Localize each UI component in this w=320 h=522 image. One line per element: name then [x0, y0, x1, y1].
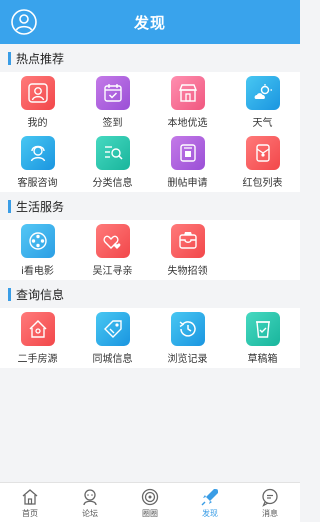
- grid-item-label: 客服咨询: [17, 178, 58, 189]
- weather-icon: [245, 76, 280, 110]
- top-bar: 发现: [0, 0, 300, 44]
- forum-icon: [83, 488, 97, 505]
- grid-item-delete-request[interactable]: 删帖申请: [150, 132, 225, 192]
- grid-item-label: 浏览记录: [167, 354, 208, 365]
- rocket-icon: [201, 488, 218, 505]
- shop-icon: [170, 76, 205, 110]
- grid-item-drafts[interactable]: 草稿箱: [225, 308, 300, 368]
- grid-item-label: 我的: [27, 118, 48, 129]
- grid-item-browse-history[interactable]: 浏览记录: [150, 308, 225, 368]
- delete-post-icon: [170, 136, 205, 170]
- house-icon: [20, 312, 55, 346]
- bottom-tab-bar: 首页 论坛 圈圈 发现 消息: [0, 482, 300, 522]
- section-header-hot: 热点推荐: [0, 44, 300, 72]
- message-icon: [262, 488, 278, 507]
- tab-label: 消息: [262, 508, 278, 518]
- calendar-check-icon: [95, 76, 130, 110]
- grid-item-local-select[interactable]: 本地优选: [150, 72, 225, 132]
- red-envelope-icon: [245, 136, 280, 170]
- grid-item-weather[interactable]: 天气: [225, 72, 300, 132]
- grid-item-local-info[interactable]: 同城信息: [75, 308, 150, 368]
- tab-label: 圈圈: [142, 508, 158, 518]
- grid-item-red-envelope[interactable]: 红包列表: [225, 132, 300, 192]
- grid-item-movies[interactable]: i看电影: [0, 220, 75, 280]
- page-title: 发现: [133, 13, 166, 32]
- grid-item-label: 草稿箱: [247, 354, 278, 365]
- grid-item-customer-service[interactable]: 客服咨询: [0, 132, 75, 192]
- section-accent-bar: [8, 199, 11, 213]
- grid-item-second-hand-housing[interactable]: 二手房源: [0, 308, 75, 368]
- grid-item-checkin[interactable]: 签到: [75, 72, 150, 132]
- grid-item-label: i看电影: [21, 266, 54, 277]
- section-title: 生活服务: [16, 199, 65, 214]
- grid-item-lost-found[interactable]: 失物招领: [150, 220, 225, 280]
- history-icon: [170, 312, 205, 346]
- circle-icon: [141, 488, 159, 505]
- tab-home[interactable]: 首页: [0, 483, 60, 522]
- section-header-life: 生活服务: [0, 192, 300, 220]
- tab-label: 首页: [22, 508, 38, 518]
- section-accent-bar: [8, 287, 11, 301]
- section-title: 热点推荐: [16, 51, 65, 66]
- hearts-icon: [95, 224, 130, 258]
- lost-found-icon: [170, 224, 205, 258]
- section-title: 查询信息: [16, 287, 65, 302]
- grid-item-label: 失物招领: [167, 266, 208, 277]
- query-info-grid: 二手房源 同城信息 浏览记录 草稿箱: [0, 308, 300, 368]
- tab-label: 发现: [202, 508, 218, 518]
- grid-item-category-info[interactable]: 分类信息: [75, 132, 150, 192]
- section-header-query: 查询信息: [0, 280, 300, 308]
- tab-label: 论坛: [82, 508, 98, 518]
- grid-item-label: 删帖申请: [167, 178, 208, 189]
- person-icon: [20, 76, 55, 110]
- life-service-grid: i看电影 吴江寻亲 失物招领: [0, 220, 300, 280]
- user-avatar-icon[interactable]: [11, 9, 37, 35]
- film-reel-icon: [20, 224, 55, 258]
- grid-item-label: 同城信息: [92, 354, 133, 365]
- tab-messages[interactable]: 消息: [240, 483, 300, 522]
- tab-discover[interactable]: 发现: [180, 483, 240, 522]
- customer-service-icon: [20, 136, 55, 170]
- home-icon: [22, 488, 38, 505]
- tab-forum[interactable]: 论坛: [60, 483, 120, 522]
- grid-item-find-family[interactable]: 吴江寻亲: [75, 220, 150, 280]
- grid-item-label: 天气: [252, 118, 273, 129]
- search-list-icon: [95, 136, 130, 170]
- grid-item-label: 吴江寻亲: [92, 266, 133, 277]
- section-accent-bar: [8, 51, 11, 65]
- grid-item-label: 红包列表: [242, 178, 283, 189]
- tag-icon: [95, 312, 130, 346]
- grid-item-label: 本地优选: [167, 118, 208, 129]
- grid-item-label: 签到: [102, 118, 123, 129]
- grid-item-label: 二手房源: [17, 354, 58, 365]
- grid-item-mine[interactable]: 我的: [0, 72, 75, 132]
- drafts-icon: [245, 312, 280, 346]
- tab-circle[interactable]: 圈圈: [120, 483, 180, 522]
- grid-item-label: 分类信息: [92, 178, 133, 189]
- hot-recommend-grid: 我的 签到 本地优选 天气 客服咨询 分类信息 删帖申请 红包列表: [0, 72, 300, 192]
